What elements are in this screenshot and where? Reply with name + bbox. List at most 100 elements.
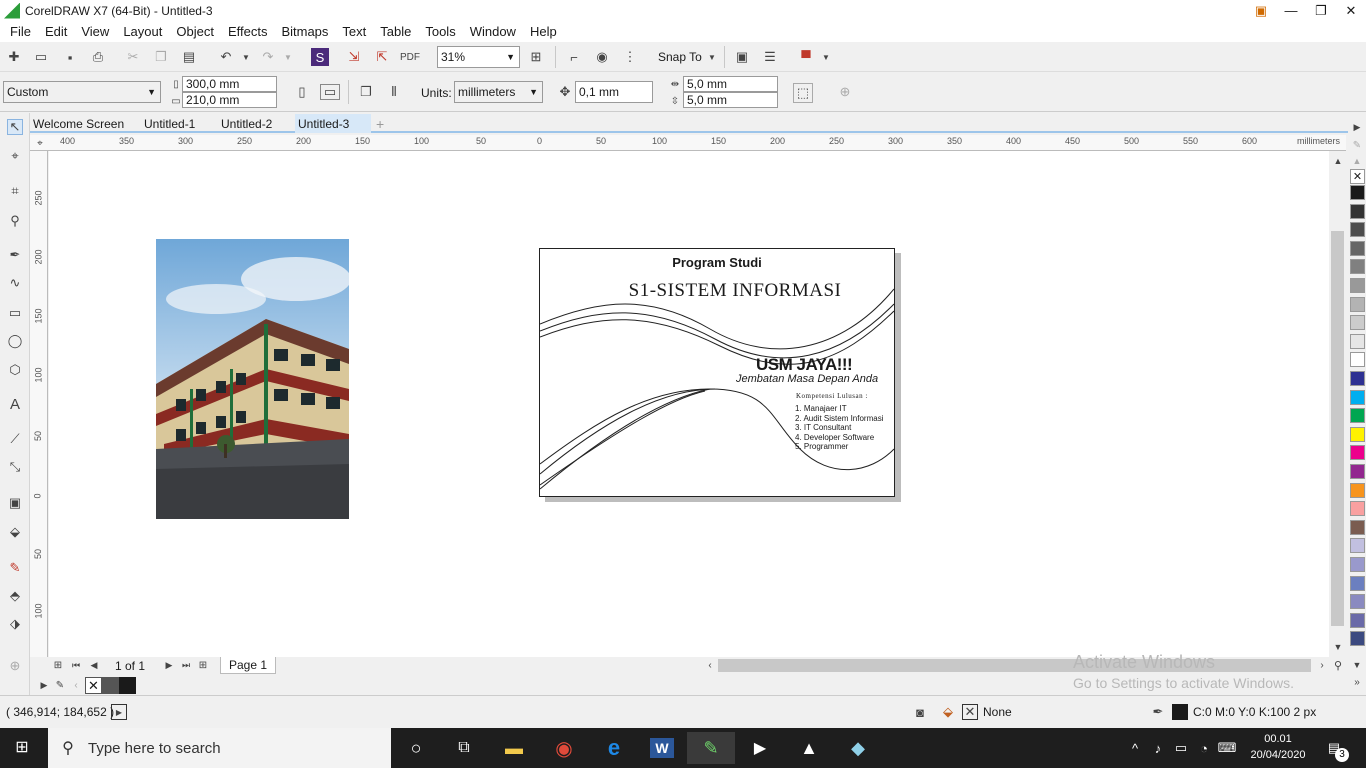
color-swatch[interactable] — [1350, 464, 1365, 479]
doc-swatch-black[interactable] — [119, 677, 136, 694]
menu-view[interactable]: View — [74, 24, 116, 39]
menu-effects[interactable]: Effects — [221, 24, 275, 39]
color-swatch[interactable] — [1350, 278, 1365, 293]
interactive-fill-icon[interactable]: ⬘ — [7, 588, 23, 604]
add-icon[interactable]: ⊕ — [837, 84, 853, 100]
launcher-dropdown-icon[interactable]: ▼ — [818, 49, 834, 65]
ellipse-tool-icon[interactable]: ◯ — [7, 333, 23, 349]
clock[interactable]: 00.01 20/04/2020 — [1248, 731, 1308, 763]
ruler-origin-icon[interactable]: ⌖ — [32, 135, 48, 151]
scroll-right-icon[interactable]: › — [1314, 657, 1330, 673]
photos-icon[interactable]: ▲ — [785, 732, 833, 764]
color-swatch[interactable] — [1350, 222, 1365, 238]
current-page-icon[interactable]: ⫴ — [386, 84, 402, 100]
add-tool-icon[interactable]: ⊕ — [7, 658, 23, 674]
welcome-screen-icon[interactable]: ▣ — [734, 49, 750, 65]
scroll-up-icon[interactable]: ▲ — [1330, 153, 1346, 169]
color-swatch[interactable] — [1350, 352, 1365, 368]
color-swatch[interactable] — [1350, 315, 1365, 331]
text-tool-icon[interactable]: A — [7, 396, 23, 413]
tab-welcome-screen[interactable]: Welcome Screen — [30, 114, 140, 133]
menu-file[interactable]: File — [3, 24, 38, 39]
corel-connect-icon[interactable]: S — [311, 48, 329, 66]
zoom-to-page-icon[interactable]: ⊞ — [528, 49, 544, 65]
scroll-left-icon[interactable]: ‹ — [702, 657, 718, 673]
taskbar-search[interactable]: ⚲ Type here to search — [48, 728, 391, 768]
app-icon[interactable]: ◆ — [834, 732, 882, 764]
color-proof-icon[interactable]: ◙ — [912, 704, 928, 720]
open-icon[interactable]: ▭ — [33, 49, 49, 65]
menu-help[interactable]: Help — [523, 24, 564, 39]
edge-icon[interactable]: e — [590, 732, 638, 764]
color-swatch[interactable] — [1350, 631, 1365, 647]
menu-bitmaps[interactable]: Bitmaps — [274, 24, 335, 39]
color-swatch[interactable] — [1350, 296, 1365, 312]
doc-palette-left-icon[interactable]: ‹ — [68, 677, 84, 693]
status-expand-icon[interactable]: ▶ — [111, 704, 127, 720]
color-swatch[interactable] — [1350, 371, 1365, 386]
zoom-level-select[interactable]: 31% ▼ — [437, 46, 520, 68]
color-swatch[interactable] — [1350, 538, 1365, 554]
doc-palette-arrow-icon[interactable]: ▶ — [36, 677, 52, 693]
program-card[interactable]: Program Studi S1-SISTEM INFORMASI USM JA… — [539, 248, 895, 497]
application-launcher-icon[interactable]: ▀ — [798, 49, 814, 65]
palette-scroll-down-icon[interactable]: ▼ — [1349, 657, 1365, 673]
menu-text[interactable]: Text — [335, 24, 373, 39]
duplicate-x-input[interactable]: 5,0 mm — [683, 76, 778, 92]
building-photo[interactable] — [156, 239, 349, 519]
color-swatch[interactable] — [1350, 203, 1365, 219]
first-page-icon[interactable]: ⏮ — [68, 657, 84, 673]
nudge-distance-input[interactable]: 0,1 mm — [575, 81, 653, 103]
menu-layout[interactable]: Layout — [116, 24, 169, 39]
chevron-up-icon[interactable]: ^ — [1127, 740, 1143, 756]
vertical-scrollbar[interactable]: ▲ ▼ — [1329, 151, 1346, 657]
coreldraw-taskbar-icon[interactable]: ✎ — [687, 732, 735, 764]
color-swatch[interactable] — [1350, 519, 1365, 535]
color-swatch[interactable] — [1350, 445, 1365, 461]
artistic-media-icon[interactable]: ∿ — [7, 275, 23, 291]
transparency-tool-icon[interactable]: ⬙ — [7, 524, 23, 540]
last-page-icon[interactable]: ⏭ — [178, 657, 194, 673]
menu-window[interactable]: Window — [463, 24, 523, 39]
zoom-tool-icon[interactable]: ⚲ — [7, 213, 23, 229]
palette-scroll-right-icon[interactable]: ▶ — [1349, 119, 1365, 135]
palette-scroll-up-icon[interactable]: ▲ — [1349, 153, 1365, 169]
volume-icon[interactable]: ♪ — [1150, 740, 1166, 756]
tab-untitled-2[interactable]: Untitled-2 — [218, 114, 294, 133]
view-mode-icon[interactable]: ◉ — [594, 49, 610, 65]
video-app-icon[interactable]: ▶ — [736, 732, 784, 764]
maximize-button[interactable]: ❐ — [1306, 0, 1336, 21]
polygon-tool-icon[interactable]: ⬡ — [7, 362, 23, 378]
freehand-tool-icon[interactable]: ✒ — [7, 247, 23, 263]
import-icon[interactable]: ⇲ — [346, 49, 362, 65]
options-icon[interactable]: ☰ — [762, 49, 778, 65]
color-swatch[interactable] — [1350, 426, 1365, 442]
units-select[interactable]: millimeters ▼ — [454, 81, 543, 103]
drop-shadow-icon[interactable]: ▣ — [7, 495, 23, 511]
save-icon[interactable]: ▪ — [62, 49, 78, 65]
minimize-button[interactable]: — — [1276, 0, 1306, 21]
color-swatch[interactable] — [1350, 501, 1365, 517]
word-icon[interactable]: W — [638, 732, 686, 764]
rectangle-tool-icon[interactable]: ▭ — [7, 305, 23, 321]
color-swatch[interactable] — [1350, 612, 1365, 628]
rulers-icon[interactable]: ⌐ — [566, 49, 582, 65]
color-swatch[interactable] — [1350, 185, 1365, 200]
export-icon[interactable]: ⇱ — [374, 49, 390, 65]
task-view-icon[interactable]: ⧉ — [440, 732, 488, 764]
redo-icon[interactable]: ↷ — [260, 49, 276, 65]
new-tab-icon[interactable]: + — [373, 114, 393, 133]
page-tab[interactable]: Page 1 — [220, 657, 277, 674]
add-page-after-icon[interactable]: ⊞ — [195, 657, 211, 673]
color-swatch[interactable] — [1350, 594, 1365, 610]
color-swatch[interactable] — [1350, 408, 1365, 424]
shape-tool-icon[interactable]: ⌖ — [7, 148, 23, 164]
color-swatch[interactable] — [1350, 240, 1365, 256]
landscape-icon[interactable]: ▭ — [320, 84, 340, 100]
all-pages-icon[interactable]: ❐ — [358, 84, 374, 100]
network-icon[interactable]: ◔ — [1196, 740, 1212, 756]
menu-object[interactable]: Object — [169, 24, 221, 39]
cortana-icon[interactable]: ○ — [392, 732, 440, 764]
palette-eyedropper-icon[interactable]: ✎ — [1349, 137, 1365, 153]
redo-dropdown-icon[interactable]: ▼ — [280, 49, 296, 65]
